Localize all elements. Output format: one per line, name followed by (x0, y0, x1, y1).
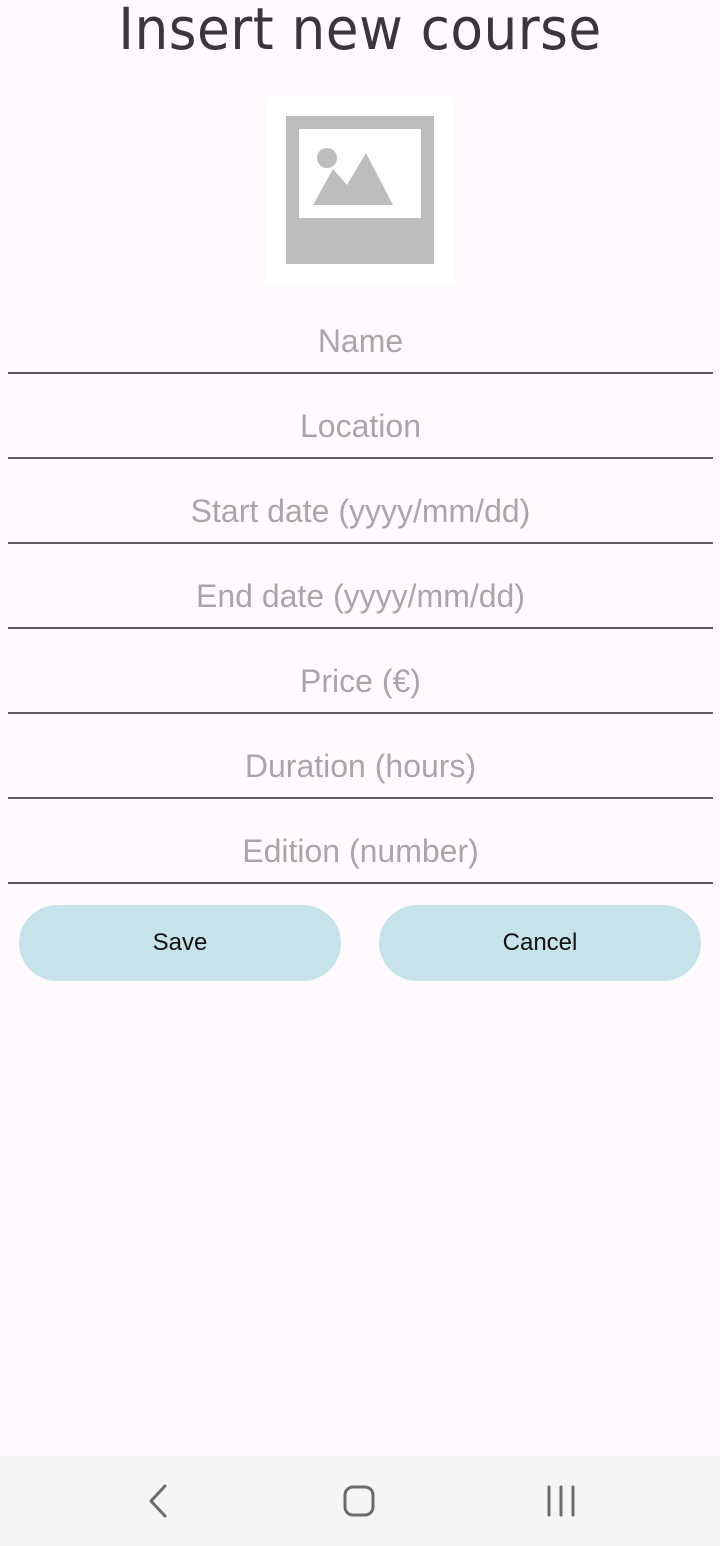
location-field[interactable] (8, 395, 713, 459)
page-title: Insert new course (118, 0, 602, 63)
price-field[interactable] (8, 650, 713, 714)
nav-recents-button[interactable] (521, 1456, 601, 1546)
save-button[interactable]: Save (19, 905, 341, 981)
start-date-field[interactable] (8, 480, 713, 544)
cancel-button[interactable]: Cancel (379, 905, 701, 981)
duration-field[interactable] (8, 735, 713, 799)
nav-back-button[interactable] (119, 1456, 199, 1546)
home-icon (343, 1485, 375, 1517)
edition-field[interactable] (8, 820, 713, 884)
course-image-picker[interactable] (266, 97, 454, 283)
image-placeholder-icon (286, 116, 434, 264)
end-date-field[interactable] (8, 565, 713, 629)
name-field[interactable] (8, 310, 713, 374)
nav-home-button[interactable] (319, 1456, 399, 1546)
back-chevron-icon (149, 1484, 167, 1518)
system-navigation-bar (0, 1456, 720, 1546)
recents-icon (547, 1485, 575, 1517)
